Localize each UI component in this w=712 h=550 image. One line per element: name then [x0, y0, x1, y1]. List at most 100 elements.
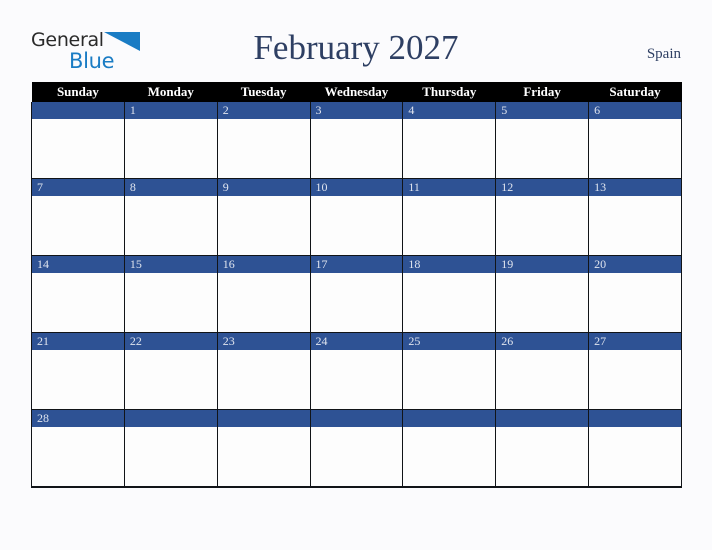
page-header: General Blue February 2027 Spain	[0, 0, 712, 82]
day-events-area[interactable]	[310, 427, 403, 486]
calendar-day-cell[interactable]	[123, 409, 218, 488]
day-number: 25	[403, 333, 496, 350]
calendar-day-cell[interactable]	[588, 409, 682, 488]
calendar-day-cell[interactable]: 11	[402, 178, 497, 256]
calendar-day-cell[interactable]: 24	[309, 332, 404, 410]
day-events-area[interactable]	[403, 427, 496, 486]
day-number: 6	[589, 102, 681, 119]
calendar-day-cell[interactable]: 1	[123, 102, 218, 179]
calendar-day-cell[interactable]	[402, 409, 497, 488]
day-events-area[interactable]	[403, 273, 496, 332]
calendar-day-cell[interactable]: 10	[309, 178, 404, 256]
day-events-area[interactable]	[32, 350, 124, 409]
calendar-header-row: Sunday Monday Tuesday Wednesday Thursday…	[31, 82, 682, 102]
day-number	[310, 410, 403, 427]
day-events-area[interactable]	[403, 119, 496, 178]
day-number: 19	[496, 256, 589, 273]
day-number: 10	[310, 179, 403, 196]
day-events-area[interactable]	[217, 273, 310, 332]
calendar-week-row: 7 8 9 10 11 12 13	[31, 178, 682, 256]
day-events-area[interactable]	[32, 427, 124, 486]
day-events-area[interactable]	[32, 119, 124, 178]
general-blue-logo[interactable]: General Blue	[31, 31, 143, 75]
day-events-area[interactable]	[403, 196, 496, 255]
day-events-area[interactable]	[496, 427, 589, 486]
day-events-area[interactable]	[310, 119, 403, 178]
day-events-area[interactable]	[403, 350, 496, 409]
calendar-day-cell[interactable]: 27	[588, 332, 682, 410]
calendar-day-cell[interactable]	[495, 409, 590, 488]
calendar-day-cell[interactable]: 21	[31, 332, 125, 410]
day-events-area[interactable]	[496, 119, 589, 178]
logo-word-general: General	[31, 29, 104, 51]
weekday-header-wednesday: Wednesday	[310, 82, 403, 102]
day-number: 16	[217, 256, 310, 273]
day-number: 7	[32, 179, 124, 196]
calendar-day-cell[interactable]: 25	[402, 332, 497, 410]
calendar-day-cell[interactable]: 7	[31, 178, 125, 256]
day-events-area[interactable]	[124, 196, 217, 255]
calendar-day-cell[interactable]: 8	[123, 178, 218, 256]
day-events-area[interactable]	[589, 350, 681, 409]
calendar-day-cell[interactable]: 28	[31, 409, 125, 488]
day-events-area[interactable]	[217, 350, 310, 409]
calendar-day-cell[interactable]: 9	[216, 178, 311, 256]
day-events-area[interactable]	[589, 427, 681, 486]
calendar-table: Sunday Monday Tuesday Wednesday Thursday…	[31, 82, 682, 488]
day-number: 14	[32, 256, 124, 273]
day-events-area[interactable]	[589, 273, 681, 332]
day-events-area[interactable]	[310, 273, 403, 332]
calendar-day-cell[interactable]: 13	[588, 178, 682, 256]
calendar-day-cell[interactable]: 17	[309, 255, 404, 333]
calendar-day-cell[interactable]: 4	[402, 102, 497, 179]
day-events-area[interactable]	[32, 196, 124, 255]
calendar-day-cell[interactable]: 15	[123, 255, 218, 333]
day-number	[403, 410, 496, 427]
day-number: 22	[124, 333, 217, 350]
day-number: 3	[310, 102, 403, 119]
day-events-area[interactable]	[589, 119, 681, 178]
day-events-area[interactable]	[217, 196, 310, 255]
day-events-area[interactable]	[217, 119, 310, 178]
calendar-day-cell[interactable]: 14	[31, 255, 125, 333]
country-label: Spain	[646, 46, 681, 62]
calendar-day-cell[interactable]: 6	[588, 102, 682, 179]
calendar-day-cell[interactable]: 18	[402, 255, 497, 333]
day-number	[217, 410, 310, 427]
calendar-day-cell[interactable]	[309, 409, 404, 488]
day-events-area[interactable]	[124, 427, 217, 486]
day-events-area[interactable]	[496, 196, 589, 255]
day-number: 4	[403, 102, 496, 119]
page-title: February 2027	[253, 28, 459, 67]
calendar-day-cell[interactable]: 5	[495, 102, 590, 179]
calendar-day-cell[interactable]: 20	[588, 255, 682, 333]
calendar-week-row: 21 22 23 24 25 26 27	[31, 332, 682, 410]
day-number: 27	[589, 333, 681, 350]
calendar-week-row: 14 15 16 17 18 19 20	[31, 255, 682, 333]
day-events-area[interactable]	[496, 350, 589, 409]
day-events-area[interactable]	[310, 350, 403, 409]
calendar-day-cell[interactable]: 26	[495, 332, 590, 410]
calendar-day-cell[interactable]: 23	[216, 332, 311, 410]
day-events-area[interactable]	[217, 427, 310, 486]
calendar-day-cell[interactable]: 22	[123, 332, 218, 410]
calendar-week-row: 1 2 3 4 5 6	[31, 102, 682, 179]
day-events-area[interactable]	[124, 273, 217, 332]
calendar-day-cell[interactable]	[31, 102, 125, 179]
day-number	[496, 410, 589, 427]
day-events-area[interactable]	[310, 196, 403, 255]
calendar-day-cell[interactable]	[216, 409, 311, 488]
calendar-day-cell[interactable]: 19	[495, 255, 590, 333]
calendar-day-cell[interactable]: 16	[216, 255, 311, 333]
day-events-area[interactable]	[32, 273, 124, 332]
day-number: 24	[310, 333, 403, 350]
day-events-area[interactable]	[589, 196, 681, 255]
calendar-day-cell[interactable]: 3	[309, 102, 404, 179]
day-events-area[interactable]	[124, 119, 217, 178]
day-number: 18	[403, 256, 496, 273]
day-events-area[interactable]	[496, 273, 589, 332]
day-number	[32, 102, 124, 119]
calendar-day-cell[interactable]: 2	[216, 102, 311, 179]
day-events-area[interactable]	[124, 350, 217, 409]
calendar-day-cell[interactable]: 12	[495, 178, 590, 256]
